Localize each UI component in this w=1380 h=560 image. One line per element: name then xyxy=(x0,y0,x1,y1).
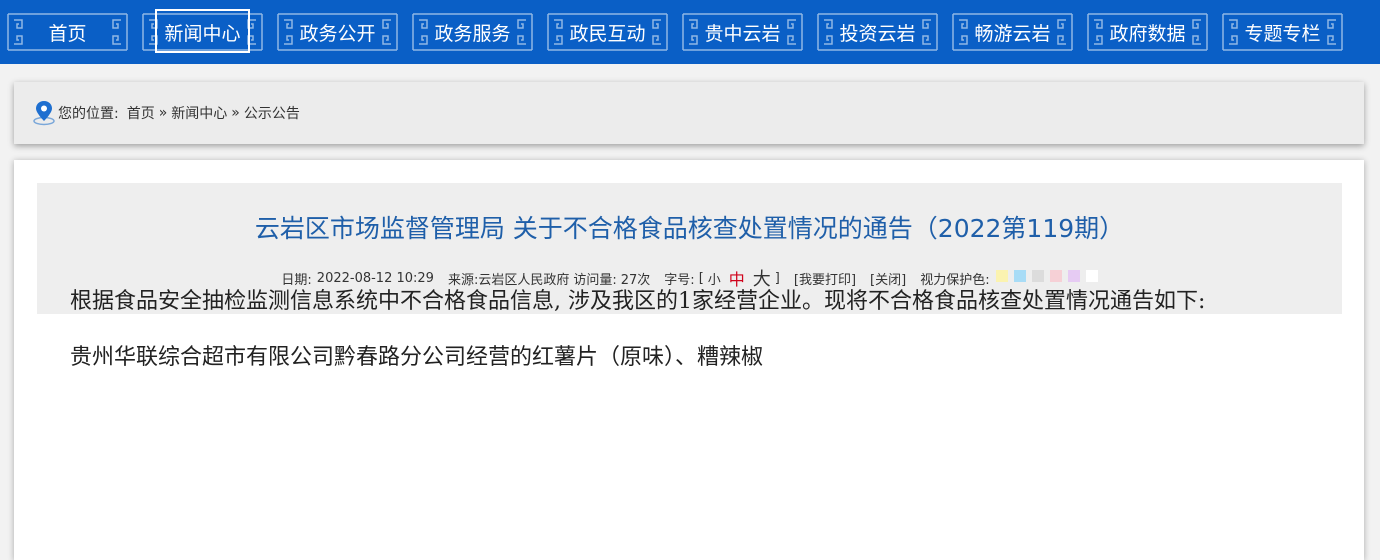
nav-item[interactable]: 畅游云岩 xyxy=(945,0,1080,64)
nav-item[interactable]: 政府数据 xyxy=(1080,0,1215,64)
breadcrumb-separator: » xyxy=(158,105,168,121)
nav-item-label: 投资云岩 xyxy=(839,22,916,45)
breadcrumb-separator: » xyxy=(231,105,240,121)
nav-item[interactable]: 新闻中心 xyxy=(135,0,270,64)
nav-item-label: 首页 xyxy=(48,22,87,45)
breadcrumb-news-link[interactable]: 新闻中心 xyxy=(171,103,227,123)
breadcrumb-home-link[interactable]: 首页 xyxy=(127,103,155,123)
location-pin-icon xyxy=(33,101,55,126)
nav-item-label: 专题专栏 xyxy=(1244,22,1321,45)
breadcrumb: 您的位置: 首页 » 新闻中心 » 公示公告 xyxy=(14,82,1364,144)
nav-item[interactable]: 贵中云岩 xyxy=(675,0,810,64)
nav-item-label: 新闻中心 xyxy=(164,22,241,45)
article-paragraph: 贵州华联综合超市有限公司黔春路分公司经营的红薯片（原味）、糟辣椒 xyxy=(70,345,764,370)
top-nav: 首页 新闻中心 政务公开 政务服务 政民互动 贵中云岩 投资云岩 畅游云岩 政府数据 专题专栏 xyxy=(0,0,1380,64)
nav-item[interactable]: 专题专栏 xyxy=(1215,0,1350,64)
nav-item-label: 政府数据 xyxy=(1109,22,1186,45)
nav-item-label: 政民互动 xyxy=(569,22,646,45)
nav-item-label: 政务公开 xyxy=(299,22,376,45)
nav-item-label: 贵中云岩 xyxy=(704,22,781,45)
nav-list: 首页 新闻中心 政务公开 政务服务 政民互动 贵中云岩 投资云岩 畅游云岩 政府数据 专题专栏 xyxy=(0,0,1380,64)
article-title: 云岩区市场监督管理局 关于不合格食品核查处置情况的通告（2022第119期） xyxy=(254,214,1125,243)
breadcrumb-prefix: 您的位置: xyxy=(58,106,119,122)
nav-item[interactable]: 政民互动 xyxy=(540,0,675,64)
article-paragraph: 根据食品安全抽检监测信息系统中不合格食品信息, 涉及我区的1家经营企业。现将不合… xyxy=(70,289,1206,314)
nav-item[interactable]: 首页 xyxy=(0,0,135,64)
nav-item[interactable]: 政务服务 xyxy=(405,0,540,64)
nav-item-label: 畅游云岩 xyxy=(974,22,1051,45)
nav-item-label: 政务服务 xyxy=(434,22,511,45)
nav-item[interactable]: 投资云岩 xyxy=(810,0,945,64)
nav-item[interactable]: 政务公开 xyxy=(270,0,405,64)
article-body: 根据食品安全抽检监测信息系统中不合格食品信息, 涉及我区的1家经营企业。现将不合… xyxy=(70,274,1310,386)
breadcrumb-notice-link[interactable]: 公示公告 xyxy=(244,103,300,123)
